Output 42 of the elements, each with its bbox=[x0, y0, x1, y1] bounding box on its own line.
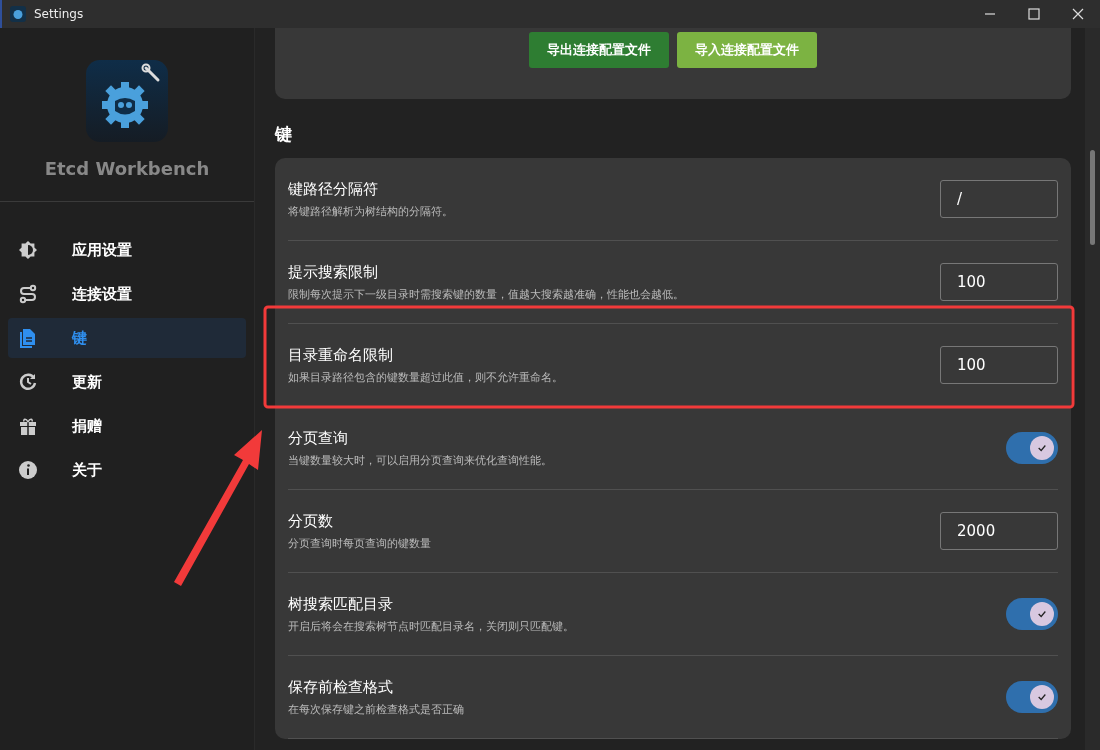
setting-description: 如果目录路径包含的键数量超过此值，则不允许重命名。 bbox=[288, 369, 564, 385]
toggle-switch[interactable] bbox=[1006, 432, 1058, 464]
document-icon bbox=[18, 328, 38, 348]
setting-description: 当键数量较大时，可以启用分页查询来优化查询性能。 bbox=[288, 452, 553, 468]
input-field[interactable]: 2000 bbox=[940, 512, 1058, 550]
input-field[interactable]: 100 bbox=[940, 263, 1058, 301]
app-name: Etcd Workbench bbox=[43, 158, 211, 179]
info-icon bbox=[18, 460, 38, 480]
refresh-icon bbox=[18, 372, 38, 392]
sidebar-item[interactable]: 关于 bbox=[8, 450, 112, 490]
setting-title: 树搜索匹配目录 bbox=[288, 594, 394, 614]
setting-description: 限制每次提示下一级目录时需搜索键的数量，值越大搜索越准确，性能也会越低。 bbox=[288, 286, 685, 302]
export-button[interactable]: 导出连接配置文件 bbox=[529, 32, 669, 68]
window-title: Settings bbox=[34, 7, 84, 21]
route-icon bbox=[18, 284, 38, 304]
setting-title: 分页数 bbox=[288, 511, 334, 531]
setting-title: 保存前检查格式 bbox=[288, 677, 394, 697]
check-icon bbox=[1037, 443, 1047, 453]
scrollbar-thumb[interactable] bbox=[1090, 150, 1095, 245]
gear-logo-icon bbox=[86, 60, 168, 142]
toggle-switch[interactable] bbox=[1006, 598, 1058, 630]
setting-description: 分页查询时每页查询的键数量 bbox=[288, 535, 432, 551]
setting-title: 提示搜索限制 bbox=[288, 262, 379, 282]
setting-title: 目录重命名限制 bbox=[288, 345, 394, 365]
sidebar-item[interactable]: 应用设置 bbox=[8, 230, 142, 270]
contrast-icon bbox=[18, 240, 38, 260]
sidebar-item[interactable]: 连接设置 bbox=[8, 274, 142, 314]
input-field[interactable]: 100 bbox=[940, 346, 1058, 384]
check-icon bbox=[1037, 692, 1047, 702]
check-icon bbox=[1037, 609, 1047, 619]
section-title: 键 bbox=[275, 123, 293, 146]
sidebar-item[interactable]: 更新 bbox=[8, 362, 112, 402]
setting-description: 在每次保存键之前检查格式是否正确 bbox=[288, 701, 465, 717]
toggle-switch[interactable] bbox=[1006, 681, 1058, 713]
setting-description: 开启后将会在搜索树节点时匹配目录名，关闭则只匹配键。 bbox=[288, 618, 575, 634]
setting-title: 分页查询 bbox=[288, 428, 349, 448]
sidebar-item[interactable]: 键 bbox=[8, 318, 246, 358]
gift-icon bbox=[18, 416, 38, 436]
setting-description: 将键路径解析为树结构的分隔符。 bbox=[288, 203, 454, 219]
input-field[interactable]: / bbox=[940, 180, 1058, 218]
setting-title: 键路径分隔符 bbox=[288, 179, 379, 199]
sidebar-item[interactable]: 捐赠 bbox=[8, 406, 112, 446]
